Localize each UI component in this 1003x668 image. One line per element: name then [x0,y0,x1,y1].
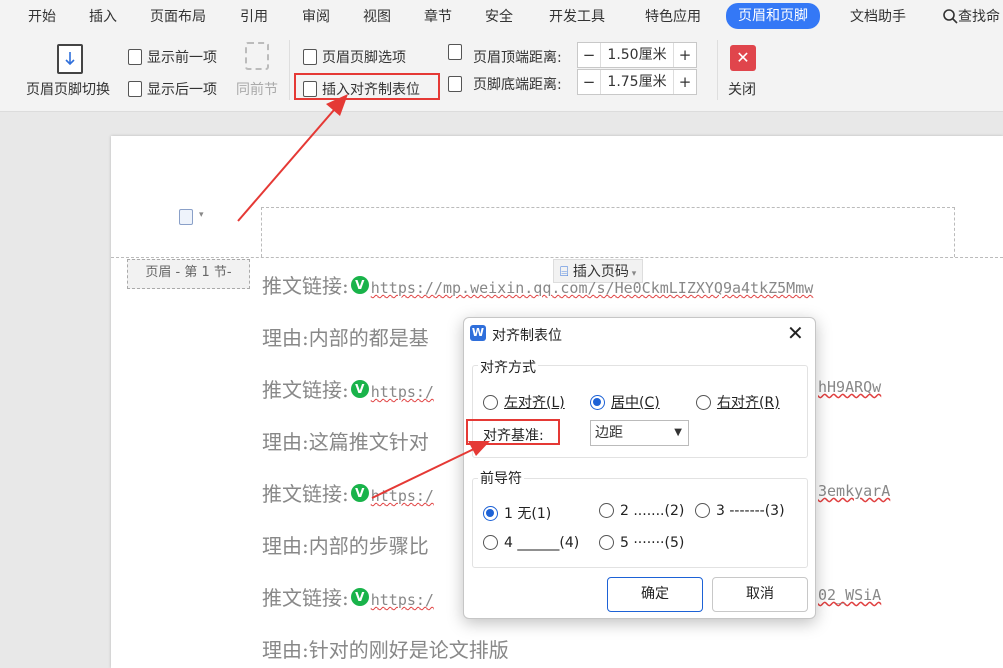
arrow-head-icon [326,94,348,116]
annotation-arrows [237,94,490,499]
annotation-arrow [237,102,341,222]
arrow-head-icon [468,441,490,456]
annotation-arrow [371,446,479,499]
